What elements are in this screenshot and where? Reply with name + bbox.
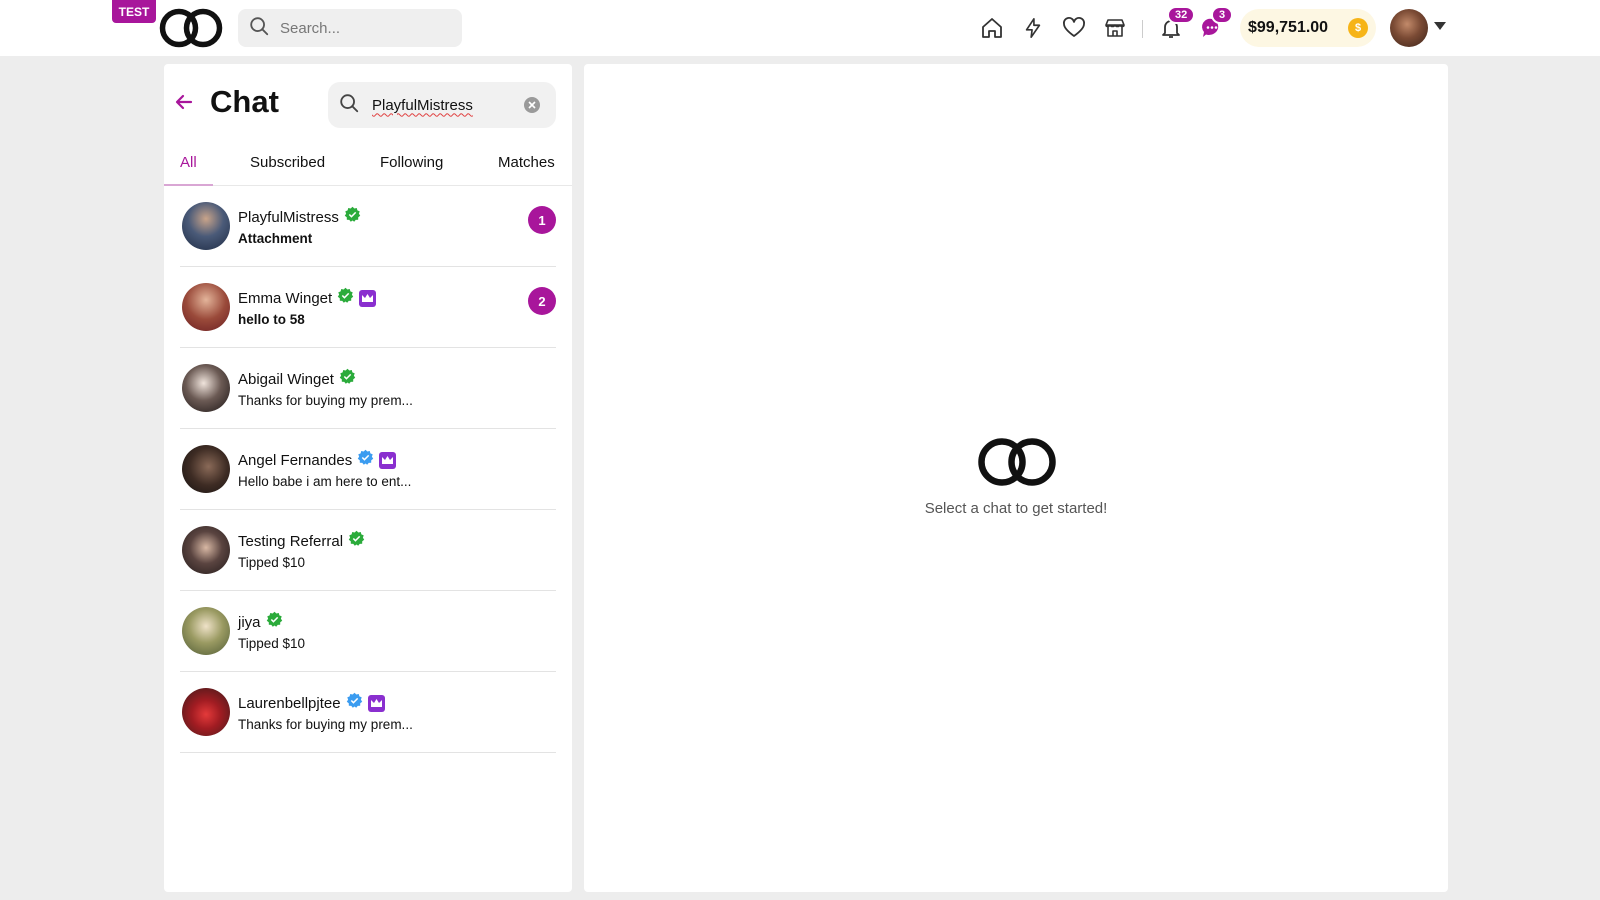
crown-icon <box>367 694 385 712</box>
conversation-item[interactable]: jiya Tipped $10 <box>180 591 556 672</box>
clear-search-icon[interactable] <box>524 97 540 113</box>
search-icon <box>338 92 360 119</box>
conversation-item[interactable]: Angel Fernandes Hello babe i am here to … <box>180 429 556 510</box>
crown-icon <box>379 451 397 469</box>
back-arrow-icon[interactable] <box>174 92 194 117</box>
messages-badge: 3 <box>1211 6 1234 24</box>
last-message: Tipped $10 <box>238 636 306 651</box>
contact-name: Laurenbellpjtee <box>238 694 341 712</box>
tab-all[interactable]: All <box>180 154 197 171</box>
conversation-item[interactable]: Testing Referral Tipped $10 <box>180 510 556 591</box>
verified-badge-icon <box>344 206 361 228</box>
chevron-down-icon[interactable] <box>1434 22 1446 30</box>
verified-badge-icon <box>266 611 283 633</box>
notifications-badge: 32 <box>1167 6 1196 24</box>
contact-name: jiya <box>238 613 261 631</box>
conversation-item[interactable]: Laurenbellpjtee Thanks for buying my pre… <box>180 672 556 753</box>
top-bar: TEST Search... 32 3 $99,751.00 $ <box>0 0 1600 56</box>
page-title: Chat <box>210 84 279 119</box>
verified-badge-icon <box>339 368 356 390</box>
verified-badge-icon <box>348 530 365 552</box>
nav-divider <box>1142 20 1143 38</box>
last-message: Tipped $10 <box>238 555 306 570</box>
conversation-item[interactable]: Abigail Winget Thanks for buying my prem… <box>180 348 556 429</box>
contact-name: Testing Referral <box>238 532 344 550</box>
store-icon[interactable] <box>1101 14 1129 42</box>
avatar <box>182 202 230 250</box>
unread-count-badge: 2 <box>528 287 556 315</box>
user-avatar[interactable] <box>1390 9 1428 47</box>
conversation-list: PlayfulMistress Attachment 1 Emma Winget… <box>180 186 556 753</box>
crown-icon <box>359 289 377 307</box>
global-search-input[interactable]: Search... <box>238 9 462 47</box>
home-icon[interactable] <box>978 14 1006 42</box>
conversation-panel: Select a chat to get started! <box>584 64 1448 892</box>
chat-list-panel: Chat PlayfulMistress All Subscribed Foll… <box>164 64 572 892</box>
verified-badge-icon <box>357 449 374 471</box>
app-logo-icon <box>976 436 1058 493</box>
chat-filter-tabs: All Subscribed Following Matches <box>164 144 572 186</box>
avatar <box>182 607 230 655</box>
last-message: Hello babe i am here to ent... <box>238 474 412 489</box>
heart-icon[interactable] <box>1060 14 1088 42</box>
tab-following[interactable]: Following <box>380 154 443 171</box>
balance-amount: $99,751.00 <box>1248 19 1329 36</box>
wallet-balance[interactable]: $99,751.00 $ <box>1240 9 1376 47</box>
last-message: hello to 58 <box>238 312 305 327</box>
conversation-item[interactable]: PlayfulMistress Attachment 1 <box>180 186 556 267</box>
last-message: Attachment <box>238 231 313 246</box>
last-message: Thanks for buying my prem... <box>238 717 413 732</box>
empty-state-message: Select a chat to get started! <box>924 500 1108 517</box>
avatar <box>182 688 230 736</box>
unread-count-badge: 1 <box>528 206 556 234</box>
avatar <box>182 445 230 493</box>
env-badge: TEST <box>112 0 156 23</box>
chat-search-value: PlayfulMistress <box>372 96 473 114</box>
search-placeholder: Search... <box>280 19 341 37</box>
contact-name: Angel Fernandes <box>238 451 353 469</box>
tab-subscribed[interactable]: Subscribed <box>250 154 325 171</box>
verified-badge-icon <box>346 692 363 714</box>
contact-name: PlayfulMistress <box>238 208 339 226</box>
chat-search-input[interactable]: PlayfulMistress <box>328 82 556 128</box>
conversation-item[interactable]: Emma Winget hello to 58 2 <box>180 267 556 348</box>
contact-name: Emma Winget <box>238 289 333 307</box>
avatar <box>182 364 230 412</box>
app-logo-icon[interactable] <box>158 7 224 54</box>
coin-icon: $ <box>1348 18 1368 38</box>
avatar <box>182 283 230 331</box>
verified-badge-icon <box>337 287 354 309</box>
last-message: Thanks for buying my prem... <box>238 393 413 408</box>
avatar <box>182 526 230 574</box>
search-icon <box>248 15 270 42</box>
contact-name: Abigail Winget <box>238 370 334 388</box>
lightning-icon[interactable] <box>1019 14 1047 42</box>
tab-matches[interactable]: Matches <box>498 154 555 171</box>
